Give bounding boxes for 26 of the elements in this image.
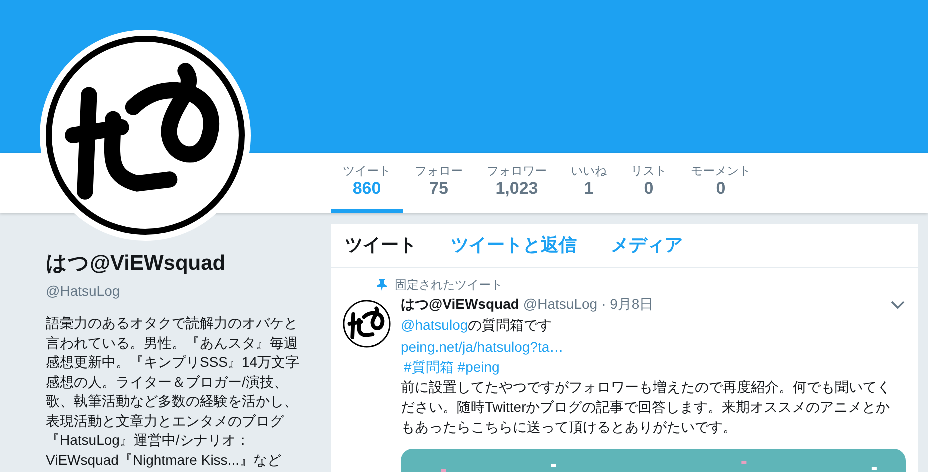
stat-tab[interactable]: いいね 1	[559, 153, 619, 213]
profile-name: はつ@ViEWsquad	[46, 251, 227, 277]
timeline-tab[interactable]: ツイート	[345, 232, 417, 259]
author-avatar	[343, 300, 391, 348]
stat-tab[interactable]: モーメント 0	[679, 153, 763, 213]
stat-tab[interactable]: ツイート 860	[331, 153, 403, 213]
pin-icon	[377, 279, 387, 291]
timeline-tab[interactable]: メディア	[611, 232, 683, 259]
logo-icon	[45, 35, 246, 236]
tweet-text: 前に設置してたやつですがフォロワーも増えたので再度紹介。何でも聞いてください。随時Twitterかブログの記事で回答します。来期オススメのアニメとかもあったらこちらに送って頂けるとありがたいです。	[401, 378, 892, 437]
hashtag-link[interactable]: #peing	[458, 357, 500, 377]
tweet-line: @hatsulogの質問箱です	[401, 316, 554, 335]
mention-link[interactable]: @hatsulog	[401, 317, 468, 333]
tweet-handle: @HatsuLog	[523, 295, 598, 314]
url-link[interactable]: peing.net/ja/hatsulog?ta…	[401, 337, 564, 357]
stat-tab[interactable]: フォロー 75	[403, 153, 475, 213]
chevron-icon[interactable]	[891, 300, 905, 308]
tweet-author[interactable]: はつ@ViEWsquad	[401, 294, 520, 315]
profile-handle: @HatsuLog	[46, 282, 122, 301]
hashtag-link[interactable]: #質問箱	[404, 357, 454, 377]
stat-tab[interactable]: フォロワー 1,023	[475, 153, 559, 213]
stat-tab[interactable]: リスト 0	[619, 153, 679, 213]
pinned-label: 固定されたツイート	[395, 277, 503, 294]
profile-bio: 語彙力のあるオタクで読解力のオバケと言われている。男性。『あんスタ』毎週感想更新中。『キンプリSSS』14万文字感想の人。ライター＆ブロガー/演技、歌、執筆活動など多数の経験を活かし、表現活動と文章力とエンタメのブログ『HatsuLog』運営中/シナリオ：ViEWsquad『Nightmare Kiss...』など	[46, 314, 301, 470]
timeline-tab[interactable]: ツイートと返信	[451, 232, 577, 259]
tweet-time[interactable]: · 9月8日	[602, 294, 654, 315]
